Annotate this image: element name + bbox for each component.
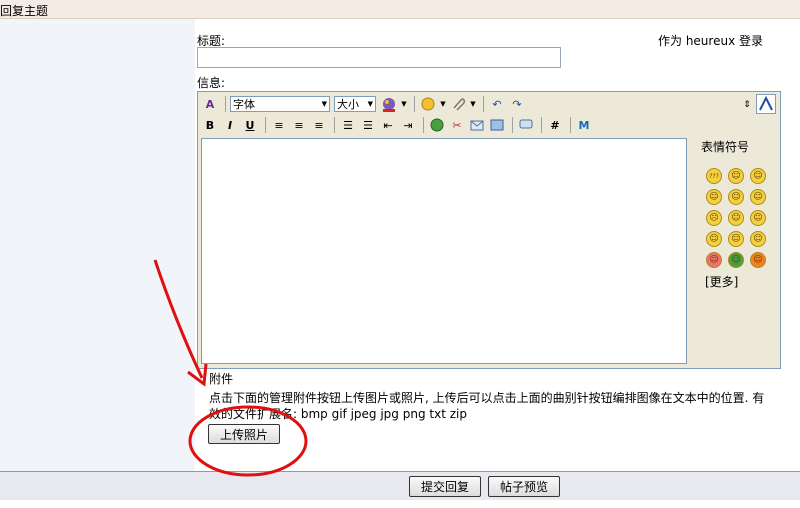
text-mode-glyph xyxy=(759,96,773,111)
align-center-icon[interactable]: ≡ xyxy=(290,116,308,134)
font-select[interactable]: 字体 ▼ xyxy=(230,96,330,112)
toolbar-divider xyxy=(541,117,542,133)
smiley-icon[interactable]: ☺ xyxy=(750,168,766,184)
smilies-title: 表情符号 xyxy=(701,140,750,154)
smiley-icon[interactable]: ☺ xyxy=(750,189,766,205)
undo-icon[interactable]: ↶ xyxy=(488,95,506,113)
smiley-icon[interactable]: ☺ xyxy=(728,252,744,268)
mode-switch-icon[interactable] xyxy=(756,94,776,114)
toolbar-divider xyxy=(414,96,415,112)
toolbar-row-2: B I U ≡ ≡ ≡ ☰ ☰ ⇤ ⇥ ✂ # M xyxy=(201,115,595,135)
smiley-icon[interactable]: ☺ xyxy=(750,252,766,268)
size-select-value: 大小 xyxy=(337,98,359,111)
color-palette-icon xyxy=(383,98,395,112)
text-color-icon[interactable] xyxy=(380,95,398,113)
font-select-value: 字体 xyxy=(233,98,255,111)
submit-reply-button[interactable]: 提交回复 xyxy=(409,476,481,497)
bold-icon[interactable]: B xyxy=(201,116,219,134)
chevron-down-icon: ▼ xyxy=(367,100,373,108)
ordered-list-icon[interactable]: ☰ xyxy=(339,116,357,134)
indent-icon[interactable]: ⇥ xyxy=(399,116,417,134)
preview-post-button[interactable]: 帖子预览 xyxy=(488,476,560,497)
toolbar-divider xyxy=(265,117,266,133)
bullet-list-icon[interactable]: ☰ xyxy=(359,116,377,134)
resize-toggle-icon[interactable]: ⇕ xyxy=(738,96,756,114)
page-title: 回复主题 xyxy=(0,4,49,18)
footer-bar: 提交回复 帖子预览 xyxy=(0,471,800,500)
image-icon[interactable] xyxy=(488,116,506,134)
toolbar-divider xyxy=(334,117,335,133)
outdent-icon[interactable]: ⇤ xyxy=(379,116,397,134)
smiley-icon[interactable]: ☺ xyxy=(706,252,722,268)
left-panel xyxy=(0,19,195,471)
chevron-down-icon[interactable]: ▼ xyxy=(400,95,408,113)
toolbar-row-1: A 字体 ▼ 大小 ▼ ▼ ▼ ▼ ↶ ↷ xyxy=(201,94,528,114)
redo-icon[interactable]: ↷ xyxy=(508,95,526,113)
chevron-down-icon[interactable]: ▼ xyxy=(439,95,447,113)
bottom-strip xyxy=(0,500,800,508)
subject-input[interactable] xyxy=(197,47,561,68)
smiley-icon[interactable]: ☺ xyxy=(706,231,722,247)
chevron-down-icon[interactable]: ▼ xyxy=(469,95,477,113)
code-icon[interactable]: # xyxy=(546,116,564,134)
italic-icon[interactable]: I xyxy=(221,116,239,134)
message-textarea[interactable] xyxy=(201,138,687,364)
smiley-icon xyxy=(421,97,435,111)
globe-glyph xyxy=(430,118,444,132)
underline-icon[interactable]: U xyxy=(241,116,259,134)
toolbar-divider xyxy=(225,96,226,112)
smiley-icon[interactable]: ☺ xyxy=(750,210,766,226)
email-icon[interactable] xyxy=(468,116,486,134)
toolbar-divider xyxy=(570,117,571,133)
upload-photo-button[interactable]: 上传照片 xyxy=(208,424,280,444)
align-right-icon[interactable]: ≡ xyxy=(310,116,328,134)
message-label: 信息: xyxy=(197,76,226,90)
more-smilies-link[interactable]: [更多] xyxy=(705,273,738,290)
align-left-icon[interactable]: ≡ xyxy=(270,116,288,134)
paperclip-icon[interactable] xyxy=(449,95,467,113)
unlink-icon[interactable]: ✂ xyxy=(448,116,466,134)
size-select[interactable]: 大小 ▼ xyxy=(334,96,376,112)
envelope-glyph xyxy=(470,120,484,131)
smiley-icon[interactable]: ☹ xyxy=(706,210,722,226)
smiley-icon[interactable]: ??? xyxy=(706,168,722,184)
emoticon-icon[interactable] xyxy=(419,95,437,113)
toolbar-divider xyxy=(483,96,484,112)
media-icon[interactable]: M xyxy=(575,116,593,134)
smiley-icon[interactable]: ☺ xyxy=(728,168,744,184)
smiley-icon[interactable]: ☺ xyxy=(728,210,744,226)
quote-icon[interactable] xyxy=(517,116,535,134)
smiley-icon[interactable]: ☺ xyxy=(750,231,766,247)
attachments-description: 点击下面的管理附件按钮上传图片或照片, 上传后可以点击上面的曲别针按钮编排图像在… xyxy=(209,391,765,421)
speech-bubble-glyph xyxy=(519,119,533,129)
format-icon[interactable]: A xyxy=(201,95,219,113)
title-bar: 回复主题 xyxy=(0,0,800,19)
toolbar-divider xyxy=(423,117,424,133)
smiley-icon[interactable]: ☺ xyxy=(706,189,722,205)
link-icon[interactable] xyxy=(428,116,446,134)
chevron-down-icon: ▼ xyxy=(321,100,327,108)
message-editor: A 字体 ▼ 大小 ▼ ▼ ▼ ▼ ↶ ↷ ⇕ B I U ≡ ≡ ≡ ☰ ☰ … xyxy=(197,91,781,369)
smiley-icon[interactable]: ☺ xyxy=(728,231,744,247)
login-info: 作为 heureux 登录 xyxy=(658,34,763,48)
toolbar-divider xyxy=(512,117,513,133)
picture-glyph xyxy=(490,119,504,131)
attachments-title: 附件 xyxy=(209,372,234,386)
smiley-icon[interactable]: ☺ xyxy=(728,189,744,205)
paperclip-glyph xyxy=(453,98,466,111)
